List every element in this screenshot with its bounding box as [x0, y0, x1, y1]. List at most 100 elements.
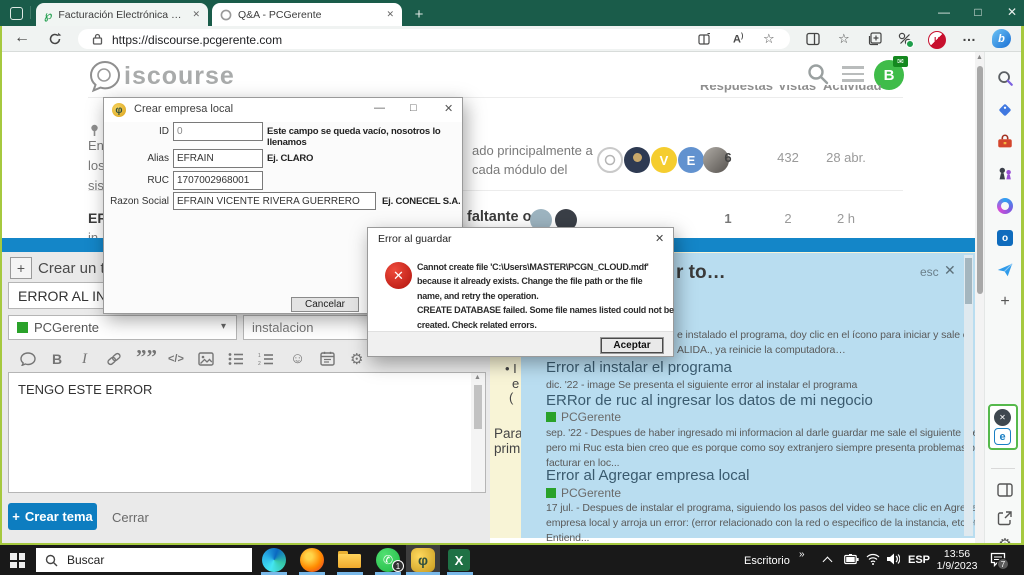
column-replies[interactable]: Respuestas [700, 85, 773, 93]
action-center-icon[interactable]: 7 [990, 552, 1009, 570]
sidebar-outlook-icon[interactable]: o [995, 228, 1015, 248]
scroll-up-arrow[interactable]: ▲ [474, 374, 481, 381]
poster-avatar[interactable]: E [678, 147, 704, 173]
favorite-star-icon[interactable]: ☆ [763, 31, 775, 47]
sidebar-drop-icon[interactable] [995, 260, 1015, 280]
dialog-close-icon[interactable]: ✕ [444, 102, 453, 115]
read-aloud-icon[interactable]: A) [733, 33, 743, 46]
sidebar-shopping-icon[interactable] [995, 100, 1015, 120]
hamburger-menu-icon[interactable] [842, 66, 864, 82]
sidebar-games-icon[interactable] [995, 164, 1015, 184]
tray-show-hidden-icon[interactable] [822, 556, 833, 567]
poster-avatar[interactable] [597, 147, 623, 173]
dialog-title-bar[interactable]: φ Crear empresa local — □ ✕ [104, 98, 462, 122]
ruc-field[interactable] [173, 171, 263, 190]
taskbar-search-box[interactable]: Buscar [36, 548, 252, 572]
aceptar-button[interactable]: Aceptar [600, 337, 664, 354]
tab-close-icon[interactable]: ✕ [386, 9, 394, 20]
razon-social-field[interactable] [173, 192, 376, 210]
similar-topic-title[interactable]: ERRor de ruc al ingresar los datos de mi… [546, 392, 873, 409]
wifi-icon[interactable] [866, 553, 880, 565]
category-select[interactable]: PCGerente ▾ [8, 315, 237, 340]
battery-icon[interactable] [844, 554, 859, 565]
category-badge[interactable]: PCGerente [546, 486, 621, 500]
cancelar-button[interactable]: Cancelar [291, 297, 359, 312]
collections-icon[interactable] [868, 32, 882, 46]
sidebar-m365-icon[interactable] [995, 196, 1015, 216]
scrollbar-thumb[interactable] [474, 385, 482, 429]
scroll-up-arrow[interactable]: ▲ [976, 54, 983, 61]
image-upload-icon[interactable] [198, 352, 214, 366]
close-panel-icon[interactable]: ✕ [944, 262, 956, 279]
page-scrollbar[interactable]: ▲ [975, 52, 984, 543]
copilot-icon[interactable]: b [992, 29, 1011, 48]
toolbar-more-icon[interactable]: … [962, 28, 976, 44]
id-field[interactable] [173, 122, 263, 141]
sidebar-tools-icon[interactable] [995, 132, 1015, 152]
pinned-e-app-icon[interactable]: e [994, 428, 1011, 445]
dialog-minimize-icon[interactable]: — [374, 102, 385, 114]
tab-close-icon[interactable]: ✕ [192, 9, 200, 20]
browser-essentials-icon[interactable] [898, 32, 914, 48]
composer-body-textarea[interactable]: TENGO ESTE ERROR [8, 372, 486, 493]
taskbar-pcgerente-cell[interactable]: φ [406, 545, 440, 575]
poster-avatar[interactable] [624, 147, 650, 173]
dialog-title-bar[interactable]: Error al guardar ✕ [368, 228, 673, 250]
dialog-maximize-icon[interactable]: □ [410, 102, 417, 114]
scrollbar-thumb[interactable] [965, 258, 972, 304]
column-views[interactable]: Vistas [778, 85, 816, 93]
numbered-list-icon[interactable]: 12 [258, 352, 274, 366]
window-restore-button[interactable]: □ [962, 0, 994, 24]
taskbar-excel-icon[interactable]: X [448, 549, 470, 571]
discourse-logo[interactable]: iscourse [88, 58, 235, 94]
textarea-scrollbar[interactable]: ▲ [471, 373, 485, 492]
link-icon[interactable] [106, 352, 122, 366]
desktop-toolbar-label[interactable]: Escritorio [744, 555, 790, 567]
similar-topic-title[interactable]: Error al Agregar empresa local [546, 467, 749, 484]
sidebar-toggle-icon[interactable] [806, 32, 820, 46]
category-badge[interactable]: PCGerente [546, 410, 621, 424]
quote-post-icon[interactable] [20, 352, 36, 366]
dialog-close-icon[interactable]: ✕ [655, 232, 664, 245]
window-minimize-button[interactable]: — [928, 0, 960, 24]
options-gear-icon[interactable]: ⚙ [350, 350, 363, 368]
start-button[interactable] [10, 553, 25, 568]
alias-field[interactable] [173, 149, 263, 168]
back-icon[interactable]: ← [14, 29, 30, 47]
window-close-button[interactable]: ✕ [996, 0, 1024, 24]
close-composer-link[interactable]: Cerrar [112, 510, 149, 525]
replies-count[interactable]: 6 [714, 150, 742, 165]
blockquote-icon[interactable]: ”” [136, 345, 157, 370]
toolbar-expand-icon[interactable]: » [799, 549, 805, 560]
tab-actions-icon[interactable] [10, 7, 23, 20]
replies-count[interactable]: 1 [714, 211, 742, 226]
activity-date[interactable]: 2 h [818, 211, 874, 226]
scrollbar-thumb[interactable] [976, 66, 983, 294]
favorites-bar-icon[interactable]: ☆ [838, 31, 850, 47]
ldu-extension-icon[interactable]: U [928, 31, 946, 49]
column-activity[interactable]: Actividad [823, 85, 882, 93]
tab-facturacion[interactable]: ℘ Facturación Electrónica Gratis – P ✕ [36, 3, 208, 26]
create-topic-button[interactable]: + Crear tema [8, 503, 97, 530]
poster-avatar[interactable]: V [651, 147, 677, 173]
address-bar[interactable]: https://discourse.pcgerente.com A) ☆ [78, 29, 790, 49]
search-icon[interactable] [806, 62, 830, 86]
sidebar-panel-icon[interactable] [995, 480, 1015, 500]
taskbar-explorer-icon[interactable] [338, 551, 361, 568]
sidebar-open-external-icon[interactable] [995, 508, 1015, 528]
sidebar-add-icon[interactable]: + [995, 292, 1015, 312]
refresh-icon[interactable] [48, 32, 62, 46]
code-icon[interactable]: </> [168, 353, 184, 365]
url-text[interactable]: https://discourse.pcgerente.com [112, 33, 282, 47]
panel-scrollbar[interactable] [964, 255, 973, 536]
bold-icon[interactable]: B [52, 351, 62, 367]
language-indicator[interactable]: ESP [908, 554, 930, 566]
similar-topic-title[interactable]: Error al instalar el programa [546, 359, 732, 376]
volume-icon[interactable] [886, 553, 900, 565]
sidebar-search-icon[interactable] [995, 68, 1015, 88]
split-screen-icon[interactable] [698, 33, 711, 46]
calendar-icon[interactable] [320, 351, 335, 366]
clock[interactable]: 13:56 1/9/2023 [934, 548, 980, 572]
italic-icon[interactable]: I [82, 351, 87, 368]
emoji-icon[interactable]: ☺ [290, 350, 305, 367]
